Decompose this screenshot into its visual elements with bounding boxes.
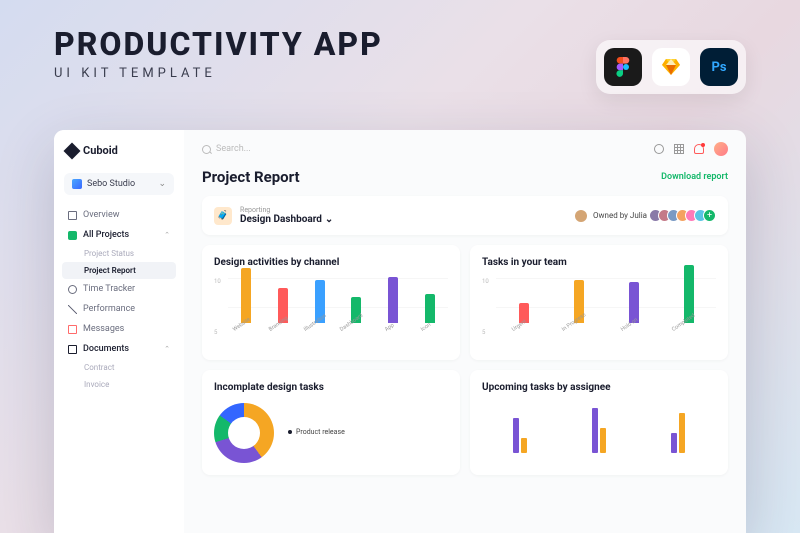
workspace-name: Sebo Studio [87,179,135,189]
y-axis: 105 [482,278,489,336]
chevron-down-icon: ⌄ [325,214,333,225]
cards-grid: Design activities by channel 105 Website… [202,245,728,475]
card-title: Incomplate design tasks [214,382,448,393]
legend-item: Product release [288,428,345,436]
card-upcoming: Upcoming tasks by assignee [470,370,728,475]
document-icon [68,345,77,354]
card-tasks-team: Tasks in your team 105 UrgentIn Progress… [470,245,728,360]
donut-chart [214,403,274,463]
legend: Product release [288,428,345,439]
report-dropdown[interactable]: Reporting Design Dashboard⌄ [240,206,333,225]
brand[interactable]: Cuboid [54,144,184,169]
topbar: Search... [202,142,728,156]
chevron-down-icon: ⌄ [158,179,166,189]
hero-title: PRODUCTIVITY APP [54,28,383,60]
nav-invoice[interactable]: Invoice [54,376,184,393]
sidebar: Cuboid Sebo Studio ⌄ Overview All Projec… [54,130,184,533]
nav-messages[interactable]: Messages [54,319,184,339]
owner-section: Owned by Julia + [575,209,716,222]
photoshop-icon: Ps [700,48,738,86]
message-icon [68,325,77,334]
brand-logo-icon [64,142,81,159]
settings-icon[interactable] [654,144,664,154]
chevron-up-icon: ⌃ [164,231,170,239]
owner-avatar [575,210,587,222]
tool-icons: Ps [596,40,746,94]
nav-overview[interactable]: Overview [54,205,184,225]
report-label: Reporting [240,206,333,214]
page-title: Project Report [202,168,300,186]
nav-performance[interactable]: Performance [54,299,184,319]
app-window: Cuboid Sebo Studio ⌄ Overview All Projec… [54,130,746,533]
search-placeholder: Search... [216,144,251,154]
chart-icon [68,305,77,314]
workspace-selector[interactable]: Sebo Studio ⌄ [64,173,174,195]
brand-name: Cuboid [83,144,118,157]
monitor-icon [68,211,77,220]
team-avatars: + [653,209,716,222]
nav-contract[interactable]: Contract [54,359,184,376]
chevron-up-icon: ⌃ [164,345,170,353]
grouped-bar-chart [482,403,716,453]
card-title: Upcoming tasks by assignee [482,382,716,393]
page-header: Project Report Download report [202,168,728,186]
check-icon [68,231,77,240]
bar-chart-activities: 105 WebsiteBrandingIllustrationDashboard… [214,278,448,348]
briefcase-icon: 🧳 [214,207,232,225]
search-input[interactable]: Search... [202,144,644,154]
hero-banner: PRODUCTIVITY APP UI KIT TEMPLATE [54,28,383,81]
nav-project-status[interactable]: Project Status [54,245,184,262]
timer-icon [68,285,77,294]
nav-time-tracker[interactable]: Time Tracker [54,279,184,299]
workspace-icon [72,179,82,189]
user-avatar[interactable] [714,142,728,156]
report-value: Design Dashboard [240,214,322,225]
card-incomplete: Incomplate design tasks Product release [202,370,460,475]
nav-project-report[interactable]: Project Report [62,262,176,279]
owner-label: Owned by Julia [593,211,647,220]
legend-dot-icon [288,430,292,434]
sketch-icon [652,48,690,86]
add-member-button[interactable]: + [703,209,716,222]
nav-documents[interactable]: Documents⌃ [54,339,184,359]
search-icon [202,145,211,154]
download-report-link[interactable]: Download report [661,172,728,182]
figma-icon [604,48,642,86]
card-title: Design activities by channel [214,257,448,268]
y-axis: 105 [214,278,221,336]
report-selector-bar: 🧳 Reporting Design Dashboard⌄ Owned by J… [202,196,728,235]
apps-grid-icon[interactable] [674,144,684,154]
bar-chart-tasks: 105 UrgentIn ProgressHold onCompleted [482,278,716,348]
card-activities: Design activities by channel 105 Website… [202,245,460,360]
main-content: Search... Project Report Download report… [184,130,746,533]
hero-subtitle: UI KIT TEMPLATE [54,66,383,81]
nav-all-projects[interactable]: All Projects⌃ [54,225,184,245]
notification-bell-icon[interactable] [694,144,704,154]
